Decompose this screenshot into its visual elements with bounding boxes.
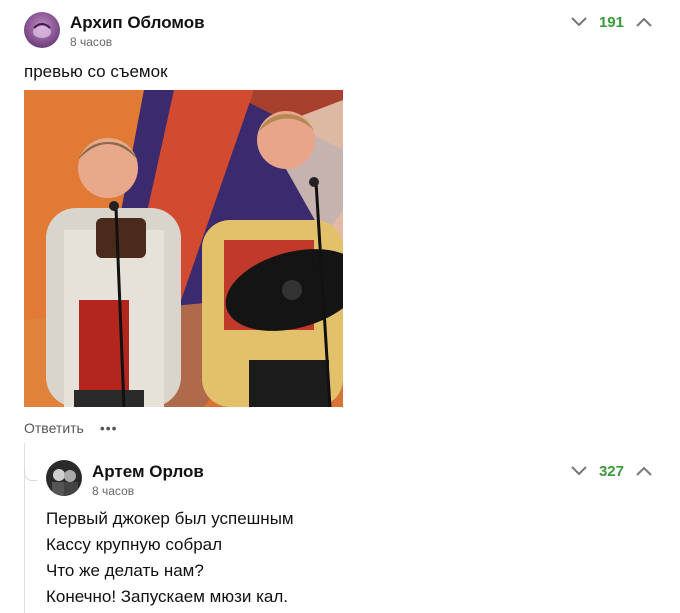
more-button[interactable]: ••• [100,420,118,436]
chevron-up-icon [636,17,652,27]
author-name[interactable]: Артем Орлов [92,462,204,482]
vote-controls: 191 [569,12,654,32]
chevron-down-icon [571,466,587,476]
comment-actions: Ответить ••• [24,420,118,436]
photo-image [24,90,343,407]
chevron-down-icon [571,17,587,27]
comment-line: Первый джокер был успешным [46,509,294,528]
comment-text: Первый джокер был успешным Кассу крупную… [46,506,294,610]
avatar[interactable] [24,12,60,48]
chevron-up-icon [636,466,652,476]
timestamp: 8 часов [92,484,135,498]
avatar-image [24,12,60,48]
avatar[interactable] [46,460,82,496]
upvote-button[interactable] [634,12,654,32]
downvote-button[interactable] [569,461,589,481]
comment-line: Конечно! Запускаем мюзи кал. [46,587,289,606]
upvote-button[interactable] [634,461,654,481]
vote-controls: 327 [569,461,654,481]
author-name[interactable]: Архип Обломов [70,13,205,33]
score: 327 [598,462,624,480]
comment-line: Что же делать нам? [46,561,204,580]
avatar-image [46,460,82,496]
thread-connector [24,468,37,481]
comment-line: Кассу крупную собрал [46,535,223,554]
comment-photo[interactable] [24,90,343,407]
downvote-button[interactable] [569,12,589,32]
comment-text: превью со съемок [24,62,168,81]
score: 191 [598,13,624,31]
reply-button[interactable]: Ответить [24,420,84,436]
timestamp: 8 часов [70,35,113,49]
